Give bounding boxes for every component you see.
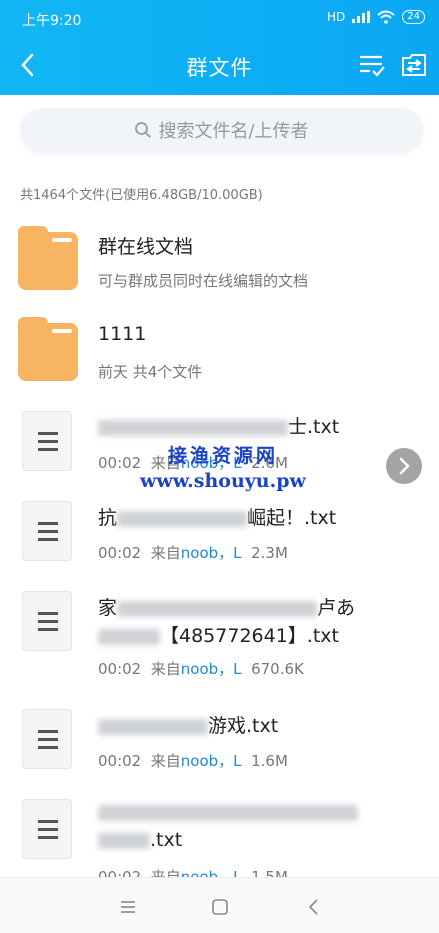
file-meta: 00:02 来自noob，L 2.3M	[98, 542, 288, 563]
file-from: 来自	[150, 660, 181, 678]
file-size: 2.3M	[251, 544, 288, 562]
file-name: 士.txt	[98, 412, 339, 439]
file-time: 00:02	[98, 454, 142, 472]
menu-icon[interactable]	[117, 896, 139, 918]
file-name-line2: .txt	[98, 829, 182, 851]
file-from: 来自	[150, 544, 181, 562]
status-icons: HD 24	[327, 10, 425, 24]
file-size: 1.6M	[251, 752, 288, 770]
file-uploader[interactable]: noob，L	[181, 752, 242, 770]
home-icon[interactable]	[209, 896, 231, 918]
file-meta: 00:02 来自noob，L 670.6K	[98, 658, 304, 679]
file-size: 670.6K	[251, 660, 304, 678]
next-icon	[399, 457, 410, 475]
storage-summary: 共1464个文件(已使用6.48GB/10.00GB)	[20, 188, 263, 203]
system-nav-bar	[0, 877, 439, 933]
file-name-line2: 【485772641】.txt	[98, 621, 339, 648]
file-item[interactable]: .txt 00:02 来自noob，L 1.5M	[0, 798, 439, 886]
watermark-line2: www.shouyu.pw	[140, 470, 306, 492]
next-button[interactable]	[386, 448, 422, 484]
file-name: 抗崛起！.txt	[98, 507, 337, 529]
file-item[interactable]: 抗崛起！.txt 00:02 来自noob，L 2.3M	[0, 500, 439, 570]
file-name: 游戏.txt	[98, 711, 278, 738]
watermark-line1: 接渔资源网	[167, 445, 278, 467]
search-placeholder: 搜索文件名/上传者	[158, 121, 309, 142]
file-name	[98, 801, 358, 823]
status-bar: 上午9:20 HD 24	[0, 0, 439, 36]
folder-name: 群在线文档	[98, 236, 194, 258]
file-item[interactable]: 游戏.txt 00:02 来自noob，L 1.6M	[0, 708, 439, 778]
watermark: 接渔资源网 www.shouyu.pw	[140, 441, 306, 492]
folder-name: 1111	[98, 323, 147, 345]
file-uploader[interactable]: noob，L	[181, 660, 242, 678]
signal-label: HD	[327, 10, 346, 24]
folder-meta: 前天 共4个文件	[98, 363, 203, 381]
folder-meta: 可与群成员同时在线编辑的文档	[98, 272, 309, 290]
file-meta: 00:02 来自noob，L 1.6M	[98, 750, 288, 771]
file-icon	[22, 591, 72, 651]
app-header: 上午9:20 HD 24 群文件	[0, 0, 439, 95]
file-icon	[22, 501, 72, 561]
file-time: 00:02	[98, 752, 142, 770]
sort-icon[interactable]	[357, 50, 387, 80]
file-icon	[22, 799, 72, 859]
file-item[interactable]: 家卢あ 【485772641】.txt 00:02 来自noob，L 670.6…	[0, 590, 439, 685]
folder-icon	[18, 317, 78, 381]
folder-item-1111[interactable]: 1111 前天 共4个文件	[0, 317, 439, 391]
back-nav-icon[interactable]	[303, 896, 325, 918]
folder-icon	[18, 226, 78, 290]
file-from: 来自	[150, 752, 181, 770]
folder-item-online-docs[interactable]: 群在线文档 可与群成员同时在线编辑的文档	[0, 226, 439, 300]
file-icon	[22, 411, 72, 471]
file-time: 00:02	[98, 544, 142, 562]
wifi-icon	[377, 10, 395, 24]
file-icon	[22, 709, 72, 769]
file-name: 家卢あ	[98, 597, 356, 619]
search-icon	[135, 122, 152, 138]
file-time: 00:02	[98, 660, 142, 678]
title-bar: 群文件	[0, 36, 439, 92]
file-uploader[interactable]: noob，L	[181, 544, 242, 562]
status-time: 上午9:20	[22, 13, 82, 29]
transfer-icon[interactable]	[399, 50, 429, 80]
battery-indicator: 24	[402, 10, 425, 24]
search-input[interactable]: 搜索文件名/上传者	[20, 108, 423, 152]
signal-icon	[352, 11, 371, 23]
